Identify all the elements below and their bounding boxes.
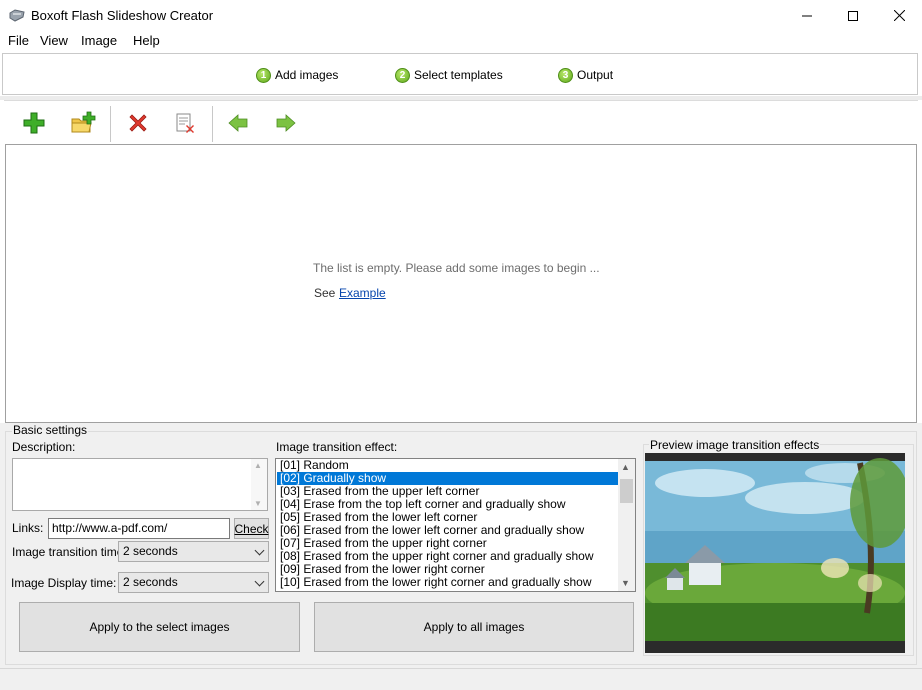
step-select-templates[interactable]: 2 Select templates — [395, 67, 503, 83]
close-icon — [893, 10, 905, 21]
transition-effect-label: Image transition effect: — [276, 440, 398, 454]
clear-list-icon — [176, 113, 194, 133]
preview-label: Preview image transition effects — [649, 438, 821, 452]
apply-selected-button[interactable]: Apply to the select images — [19, 602, 300, 652]
step-number-icon: 3 — [558, 67, 573, 83]
menu-bar: File View Image Help — [0, 31, 922, 51]
move-right-icon — [276, 114, 296, 132]
landscape-preview-image — [645, 453, 905, 653]
basic-settings-label: Basic settings — [12, 423, 89, 437]
toolbar-divider — [110, 106, 111, 142]
move-left-icon — [228, 114, 248, 132]
links-label: Links: — [12, 521, 44, 535]
maximize-icon — [848, 10, 858, 21]
description-label: Description: — [12, 440, 76, 454]
see-label: See — [314, 286, 336, 300]
chevron-down-icon — [254, 576, 265, 587]
display-time-select[interactable]: 2 seconds — [118, 572, 269, 593]
links-input[interactable]: http://www.a-pdf.com/ — [48, 518, 230, 539]
move-right-button[interactable] — [272, 109, 300, 137]
status-bar — [0, 668, 922, 690]
display-time-label: Image Display time: — [11, 576, 117, 590]
menu-view[interactable]: View — [40, 33, 68, 48]
add-image-icon — [23, 112, 45, 134]
step-label: Output — [577, 68, 614, 82]
apply-all-label: Apply to all images — [423, 620, 525, 634]
add-folder-icon — [71, 111, 96, 133]
app-icon — [9, 9, 25, 22]
display-time-value: 2 seconds — [123, 575, 178, 589]
toolbar-divider — [212, 106, 213, 142]
menu-image[interactable]: Image — [81, 33, 117, 48]
add-folder-button[interactable] — [69, 109, 97, 137]
chevron-down-icon — [254, 545, 265, 556]
transition-time-label: Image transition time: — [12, 545, 127, 559]
transition-time-select[interactable]: 2 seconds — [118, 541, 269, 562]
effect-item[interactable]: [10] Erased from the lower right corner … — [277, 576, 618, 589]
menu-file[interactable]: File — [8, 33, 29, 48]
example-link[interactable]: Example — [339, 286, 386, 300]
step-add-images[interactable]: 1 Add images — [256, 67, 338, 83]
scroll-down-icon: ▼ — [254, 499, 262, 508]
step-number-icon: 1 — [256, 67, 271, 83]
maximize-button[interactable] — [830, 0, 876, 31]
title-bar: Boxoft Flash Slideshow Creator — [0, 0, 922, 31]
toolbar — [4, 100, 918, 144]
empty-list-message: The list is empty. Please add some image… — [313, 261, 600, 275]
step-label: Select templates — [414, 68, 503, 82]
settings-panel: Basic settings Description: ▲ ▼ Links: h… — [0, 423, 922, 668]
preview-image — [645, 453, 905, 653]
scroll-up-icon: ▲ — [254, 461, 262, 470]
description-scrollbar[interactable]: ▲ ▼ — [251, 459, 267, 510]
delete-icon — [129, 114, 147, 132]
minimize-button[interactable] — [784, 0, 830, 31]
minimize-icon — [802, 15, 812, 16]
scroll-up-icon[interactable]: ▲ — [621, 462, 630, 472]
transition-effect-list[interactable]: [01] Random [02] Gradually show [03] Era… — [275, 458, 636, 592]
menu-help[interactable]: Help — [133, 33, 160, 48]
step-label: Add images — [275, 68, 339, 82]
image-list[interactable]: The list is empty. Please add some image… — [5, 144, 917, 423]
step-number-icon: 2 — [395, 67, 410, 83]
wizard-steps: 1 Add images 2 Select templates 3 Output — [2, 53, 918, 95]
check-link-button[interactable]: Check — [234, 518, 269, 539]
move-left-button[interactable] — [224, 109, 252, 137]
apply-selected-label: Apply to the select images — [89, 620, 230, 634]
step-output[interactable]: 3 Output — [558, 67, 613, 83]
transition-time-value: 2 seconds — [123, 544, 178, 558]
close-button[interactable] — [876, 0, 922, 31]
scroll-down-icon[interactable]: ▼ — [621, 578, 630, 588]
scrollbar-thumb[interactable] — [620, 479, 633, 503]
apply-all-button[interactable]: Apply to all images — [314, 602, 634, 652]
description-field[interactable]: ▲ ▼ — [12, 458, 268, 511]
window-title: Boxoft Flash Slideshow Creator — [31, 8, 214, 23]
add-image-button[interactable] — [20, 109, 48, 137]
clear-list-button[interactable] — [171, 109, 199, 137]
effect-list-scrollbar[interactable]: ▲ ▼ — [618, 459, 635, 591]
delete-button[interactable] — [124, 109, 152, 137]
